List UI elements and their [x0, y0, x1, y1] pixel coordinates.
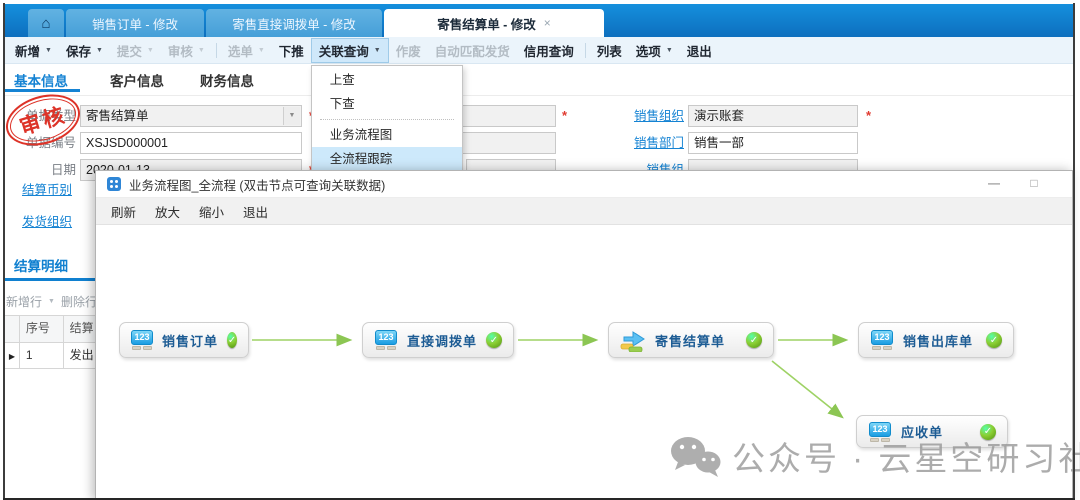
caret-down-icon: ▼ — [198, 47, 205, 54]
flow-node-sales-order[interactable]: 123 销售订单 ✓ — [119, 322, 249, 358]
settle-currency-label[interactable]: 结算币别 — [22, 179, 78, 201]
toolbar-separator — [216, 43, 217, 58]
tab-consign-transfer[interactable]: 寄售直接调拨单 - 修改 — [206, 9, 382, 37]
watermark-text: 公众号 · 云星空研习社 — [732, 432, 1080, 480]
window-border-left — [3, 3, 5, 500]
date-label: 日期 — [0, 159, 76, 181]
grid-row-toolbar: 新增行 ▼ 删除行 — [6, 293, 97, 310]
menu-divider — [320, 119, 454, 120]
row-pointer-icon: ▶ — [9, 352, 15, 361]
zoom-out-button[interactable]: 缩小 — [199, 202, 224, 221]
approved-check-icon: ✓ — [227, 332, 237, 348]
popup-title: 业务流程图_全流程 (双击节点可查询关联数据) — [129, 175, 385, 194]
flow-node-sales-outbound[interactable]: 123 销售出库单 ✓ — [858, 322, 1014, 358]
sale-dept-field[interactable]: 销售一部 — [688, 132, 858, 154]
form-tab-bar: 基本信息 客户信息 财务信息 — [4, 64, 1074, 96]
top-tab-bar: ⌂ 销售订单 - 修改 寄售直接调拨单 - 修改 寄售结算单 - 修改 × — [4, 4, 1074, 37]
delivery-org-label[interactable]: 发货组织 — [22, 211, 78, 233]
required-asterisk: * — [866, 108, 871, 123]
home-icon: ⌂ — [41, 16, 50, 31]
popup-title-bar[interactable]: 业务流程图_全流程 (双击节点可查询关联数据) — □ — [96, 171, 1072, 198]
credit-query-button[interactable]: 信用查询 — [517, 38, 581, 63]
transfer-arrow-icon — [620, 328, 646, 352]
assoc-query-button[interactable]: 关联查询 ▼ 上查 下查 业务流程图 全流程跟踪 — [311, 38, 389, 63]
menu-item-business-flow-chart[interactable]: 业务流程图 — [312, 123, 462, 147]
void-button[interactable]: 作废 — [389, 38, 428, 63]
doc-type-field[interactable]: 寄售结算单 ▼ — [80, 105, 302, 127]
submit-button[interactable]: 提交▼ — [110, 38, 161, 63]
assoc-query-menu: 上查 下查 业务流程图 全流程跟踪 — [311, 65, 463, 174]
dropdown-caret-icon[interactable]: ▼ — [283, 107, 300, 125]
caret-down-icon: ▼ — [96, 47, 103, 54]
flow-node-direct-transfer[interactable]: 123 直接调拨单 ✓ — [362, 322, 514, 358]
options-button[interactable]: 选项▼ — [629, 38, 680, 63]
zoom-in-button[interactable]: 放大 — [155, 202, 180, 221]
doc-123-icon: 123 — [870, 330, 894, 350]
caret-down-icon: ▼ — [666, 47, 673, 54]
doc-123-icon: 123 — [374, 330, 398, 350]
doc-123-icon: 123 — [131, 330, 153, 350]
menu-item-full-flow-track[interactable]: 全流程跟踪 — [312, 147, 462, 171]
tab-home[interactable]: ⌂ — [28, 9, 64, 37]
tab-consign-settlement-active[interactable]: 寄售结算单 - 修改 × — [384, 9, 604, 37]
flow-node-consign-settlement[interactable]: 寄售结算单 ✓ — [608, 322, 774, 358]
menu-item-up-query[interactable]: 上查 — [312, 68, 462, 92]
wechat-icon — [668, 434, 722, 478]
section-underline — [4, 278, 95, 281]
caret-down-icon: ▼ — [48, 298, 55, 305]
delete-row-button[interactable]: 删除行 — [61, 293, 97, 310]
sale-org-label[interactable]: 销售组织 — [600, 105, 684, 127]
sale-dept-label[interactable]: 销售部门 — [600, 132, 684, 154]
sale-org-field[interactable]: 演示账套 — [688, 105, 858, 127]
window-border-right — [1073, 3, 1075, 500]
col-seq-header: 序号 — [20, 316, 64, 343]
caret-down-icon: ▼ — [45, 47, 52, 54]
caret-down-icon: ▼ — [147, 47, 154, 54]
toolbar-separator — [585, 43, 586, 58]
add-row-button[interactable]: 新增行 — [6, 293, 42, 310]
approved-check-icon: ✓ — [486, 332, 502, 348]
tab-basic-info[interactable]: 基本信息 — [14, 70, 68, 90]
list-button[interactable]: 列表 — [590, 38, 629, 63]
watermark: 公众号 · 云星空研习社 — [668, 432, 1080, 480]
caret-down-icon: ▼ — [258, 47, 265, 54]
main-toolbar: 新增▼ 保存▼ 提交▼ 审核▼ 选单▼ 下推 关联查询 ▼ 上查 下查 业务流程… — [4, 37, 1074, 64]
close-icon[interactable]: × — [544, 16, 551, 30]
cell-seq: 1 — [20, 343, 64, 369]
caret-down-icon: ▼ — [374, 47, 381, 54]
minimize-button[interactable]: — — [986, 176, 1002, 192]
new-button[interactable]: 新增▼ — [8, 38, 59, 63]
menu-item-down-query[interactable]: 下查 — [312, 92, 462, 116]
doc-no-field[interactable]: XSJSD000001 — [80, 132, 302, 154]
auto-match-delivery-button[interactable]: 自动匹配发货 — [428, 38, 517, 63]
settlement-detail-title: 结算明细 — [14, 255, 68, 275]
app-screen: ⌂ 销售订单 - 修改 寄售直接调拨单 - 修改 寄售结算单 - 修改 × 新增… — [0, 0, 1080, 500]
exit-button[interactable]: 退出 — [680, 38, 719, 63]
audit-button[interactable]: 审核▼ — [161, 38, 212, 63]
active-tab-underline — [4, 89, 80, 92]
approved-check-icon: ✓ — [746, 332, 762, 348]
maximize-button[interactable]: □ — [1026, 176, 1042, 192]
push-down-button[interactable]: 下推 — [272, 38, 311, 63]
tab-sales-order[interactable]: 销售订单 - 修改 — [66, 9, 204, 37]
select-bill-button[interactable]: 选单▼ — [221, 38, 272, 63]
refresh-button[interactable]: 刷新 — [111, 202, 136, 221]
exit-popup-button[interactable]: 退出 — [243, 202, 268, 221]
approved-check-icon: ✓ — [986, 332, 1002, 348]
tab-customer-info[interactable]: 客户信息 — [110, 70, 164, 90]
popup-menu-bar: 刷新 放大 缩小 退出 — [96, 198, 1072, 225]
tab-finance-info[interactable]: 财务信息 — [200, 70, 254, 90]
app-logo-icon — [107, 177, 121, 191]
save-button[interactable]: 保存▼ — [59, 38, 110, 63]
required-asterisk: * — [562, 108, 567, 123]
